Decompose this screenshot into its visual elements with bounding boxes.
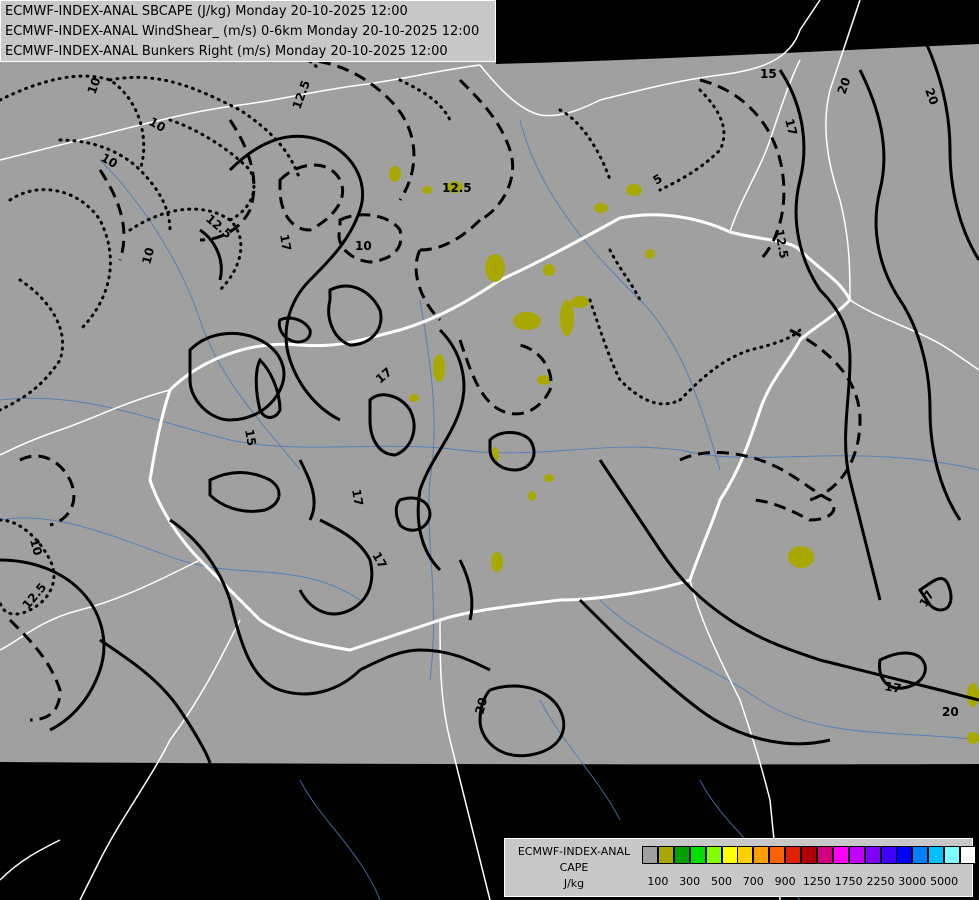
legend-tick-label: 300 bbox=[679, 875, 701, 888]
title-line-sbcape: ECMWF-INDEX-ANAL SBCAPE (J/kg) Monday 20… bbox=[5, 4, 408, 19]
legend-tick-label: 2250 bbox=[866, 875, 895, 888]
contour-label: 17 bbox=[883, 679, 902, 696]
legend-swatch bbox=[880, 846, 897, 864]
legend-swatch bbox=[832, 846, 849, 864]
legend-swatch bbox=[689, 846, 706, 864]
legend-tick-label: 900 bbox=[774, 875, 796, 888]
legend-tick-label: 1250 bbox=[802, 875, 831, 888]
legend-swatch bbox=[785, 846, 802, 864]
legend-swatch bbox=[896, 846, 913, 864]
title-box: ECMWF-INDEX-ANAL SBCAPE (J/kg) Monday 20… bbox=[0, 0, 496, 62]
legend-swatch bbox=[960, 846, 976, 864]
legend-tick-label: 100 bbox=[647, 875, 669, 888]
legend-swatch bbox=[816, 846, 833, 864]
legend-tick-label: 5000 bbox=[930, 875, 959, 888]
legend-swatch bbox=[912, 846, 929, 864]
contour-label: 12.5 bbox=[442, 181, 472, 195]
legend-title-variable: CAPE bbox=[559, 861, 589, 874]
contour-label: 17 bbox=[349, 488, 366, 507]
contour-label: 15 bbox=[242, 428, 259, 447]
legend-swatch bbox=[673, 846, 690, 864]
legend-swatch bbox=[944, 846, 961, 864]
legend-swatch bbox=[801, 846, 817, 864]
contour-label: 10 bbox=[355, 239, 372, 253]
legend-swatch bbox=[753, 846, 770, 864]
contour-label: 20 bbox=[942, 705, 959, 719]
legend-swatch bbox=[737, 846, 754, 864]
legend-swatch bbox=[864, 846, 881, 864]
legend-swatch bbox=[657, 846, 674, 864]
contour-label: 17 bbox=[277, 233, 294, 252]
legend-swatch bbox=[721, 846, 738, 864]
legend-tick-label: 700 bbox=[742, 875, 764, 888]
legend-swatch bbox=[848, 846, 865, 864]
legend-title-units: J/kg bbox=[563, 877, 585, 890]
cape-legend: ECMWF-INDEX-ANAL CAPE J/kg 100 300 500 700 9… bbox=[504, 838, 976, 897]
legend-tick-label: 500 bbox=[711, 875, 732, 888]
legend-tick-label: 1750 bbox=[834, 875, 863, 888]
legend-swatch bbox=[769, 846, 786, 864]
legend-title-model: ECMWF-INDEX-ANAL bbox=[517, 845, 631, 858]
legend-tick-label: 3000 bbox=[898, 875, 927, 888]
title-line-bunkers: ECMWF-INDEX-ANAL Bunkers Right (m/s) Mon… bbox=[5, 44, 448, 59]
legend-swatch bbox=[705, 846, 722, 864]
contour-label: 15 bbox=[760, 67, 777, 81]
title-line-windshear: ECMWF-INDEX-ANAL WindShear_ (m/s) 0-6km … bbox=[5, 24, 480, 39]
legend-swatch bbox=[928, 846, 945, 864]
legend-swatch bbox=[642, 846, 658, 864]
weather-map: 10 12.5 10 10 12.5 10 12.5 10 5 15 20 20… bbox=[0, 0, 979, 900]
